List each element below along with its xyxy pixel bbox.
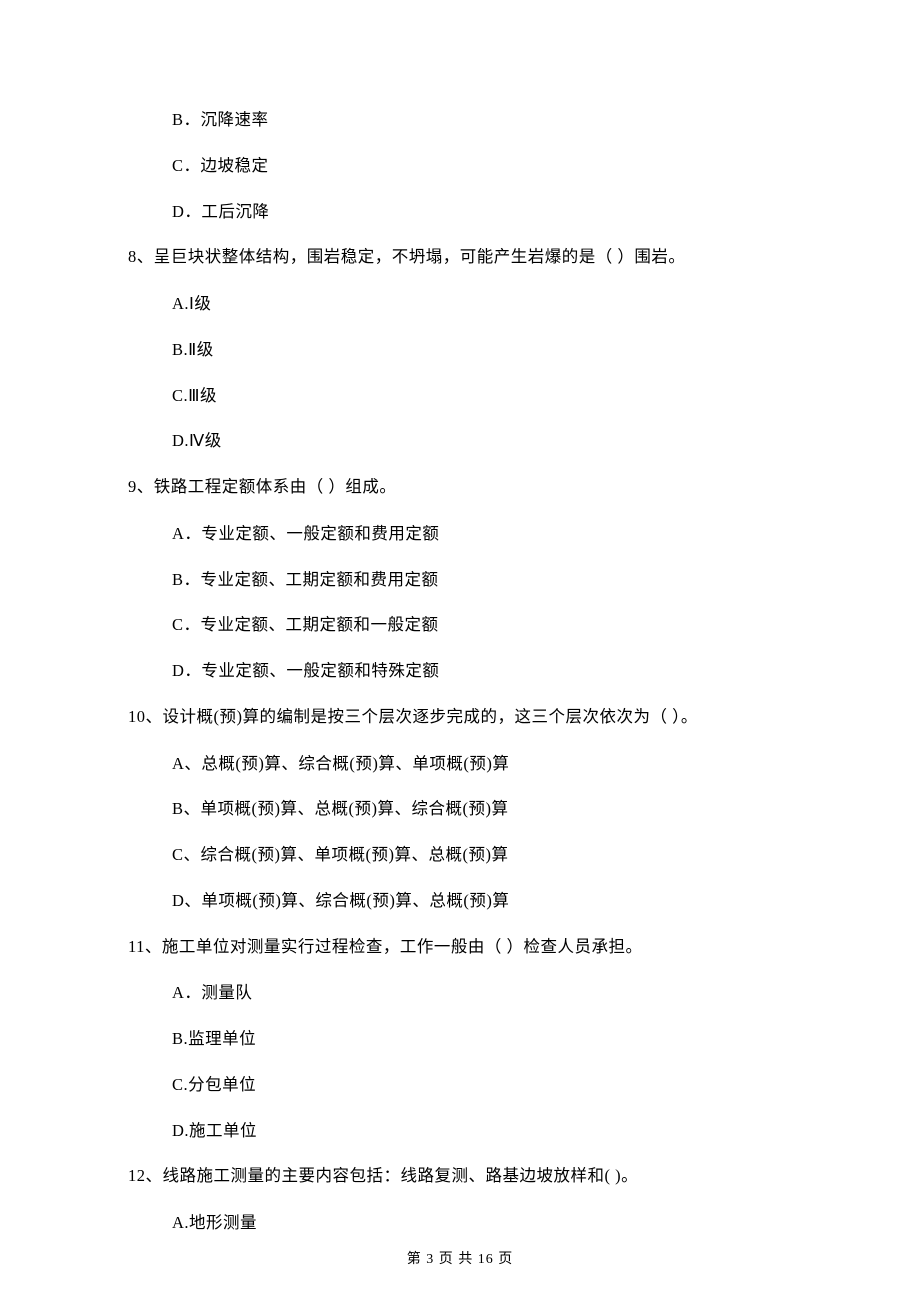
page-footer: 第 3 页 共 16 页	[0, 1249, 920, 1270]
option-item: B．专业定额、工期定额和费用定额	[172, 568, 792, 593]
option-item: B、单项概(预)算、总概(预)算、综合概(预)算	[172, 797, 792, 822]
option-item: D.施工单位	[172, 1119, 792, 1144]
option-item: B.监理单位	[172, 1027, 792, 1052]
option-item: D、单项概(预)算、综合概(预)算、总概(预)算	[172, 889, 792, 914]
option-item: D．工后沉降	[172, 200, 792, 225]
question-12: 12、线路施工测量的主要内容包括：线路复测、路基边坡放样和( )。	[128, 1164, 792, 1189]
question-9: 9、铁路工程定额体系由（ ）组成。	[128, 475, 792, 500]
option-item: C．专业定额、工期定额和一般定额	[172, 613, 792, 638]
option-item: C、综合概(预)算、单项概(预)算、总概(预)算	[172, 843, 792, 868]
question-8: 8、呈巨块状整体结构，围岩稳定，不坍塌，可能产生岩爆的是（ ）围岩。	[128, 245, 792, 270]
option-item: D.Ⅳ级	[172, 429, 792, 454]
option-item: B．沉降速率	[172, 108, 792, 133]
option-item: A.Ⅰ级	[172, 292, 792, 317]
option-item: D．专业定额、一般定额和特殊定额	[172, 659, 792, 684]
option-item: B.Ⅱ级	[172, 338, 792, 363]
option-item: C．边坡稳定	[172, 154, 792, 179]
option-item: A．测量队	[172, 981, 792, 1006]
option-item: A．专业定额、一般定额和费用定额	[172, 522, 792, 547]
question-11: 11、施工单位对测量实行过程检查，工作一般由（ ）检查人员承担。	[128, 935, 792, 960]
question-10: 10、设计概(预)算的编制是按三个层次逐步完成的，这三个层次依次为（ ）。	[128, 705, 792, 730]
option-item: C.Ⅲ级	[172, 384, 792, 409]
option-item: C.分包单位	[172, 1073, 792, 1098]
document-body: B．沉降速率 C．边坡稳定 D．工后沉降 8、呈巨块状整体结构，围岩稳定，不坍塌…	[128, 108, 792, 1236]
option-item: A、总概(预)算、综合概(预)算、单项概(预)算	[172, 752, 792, 777]
option-item: A.地形测量	[172, 1211, 792, 1236]
